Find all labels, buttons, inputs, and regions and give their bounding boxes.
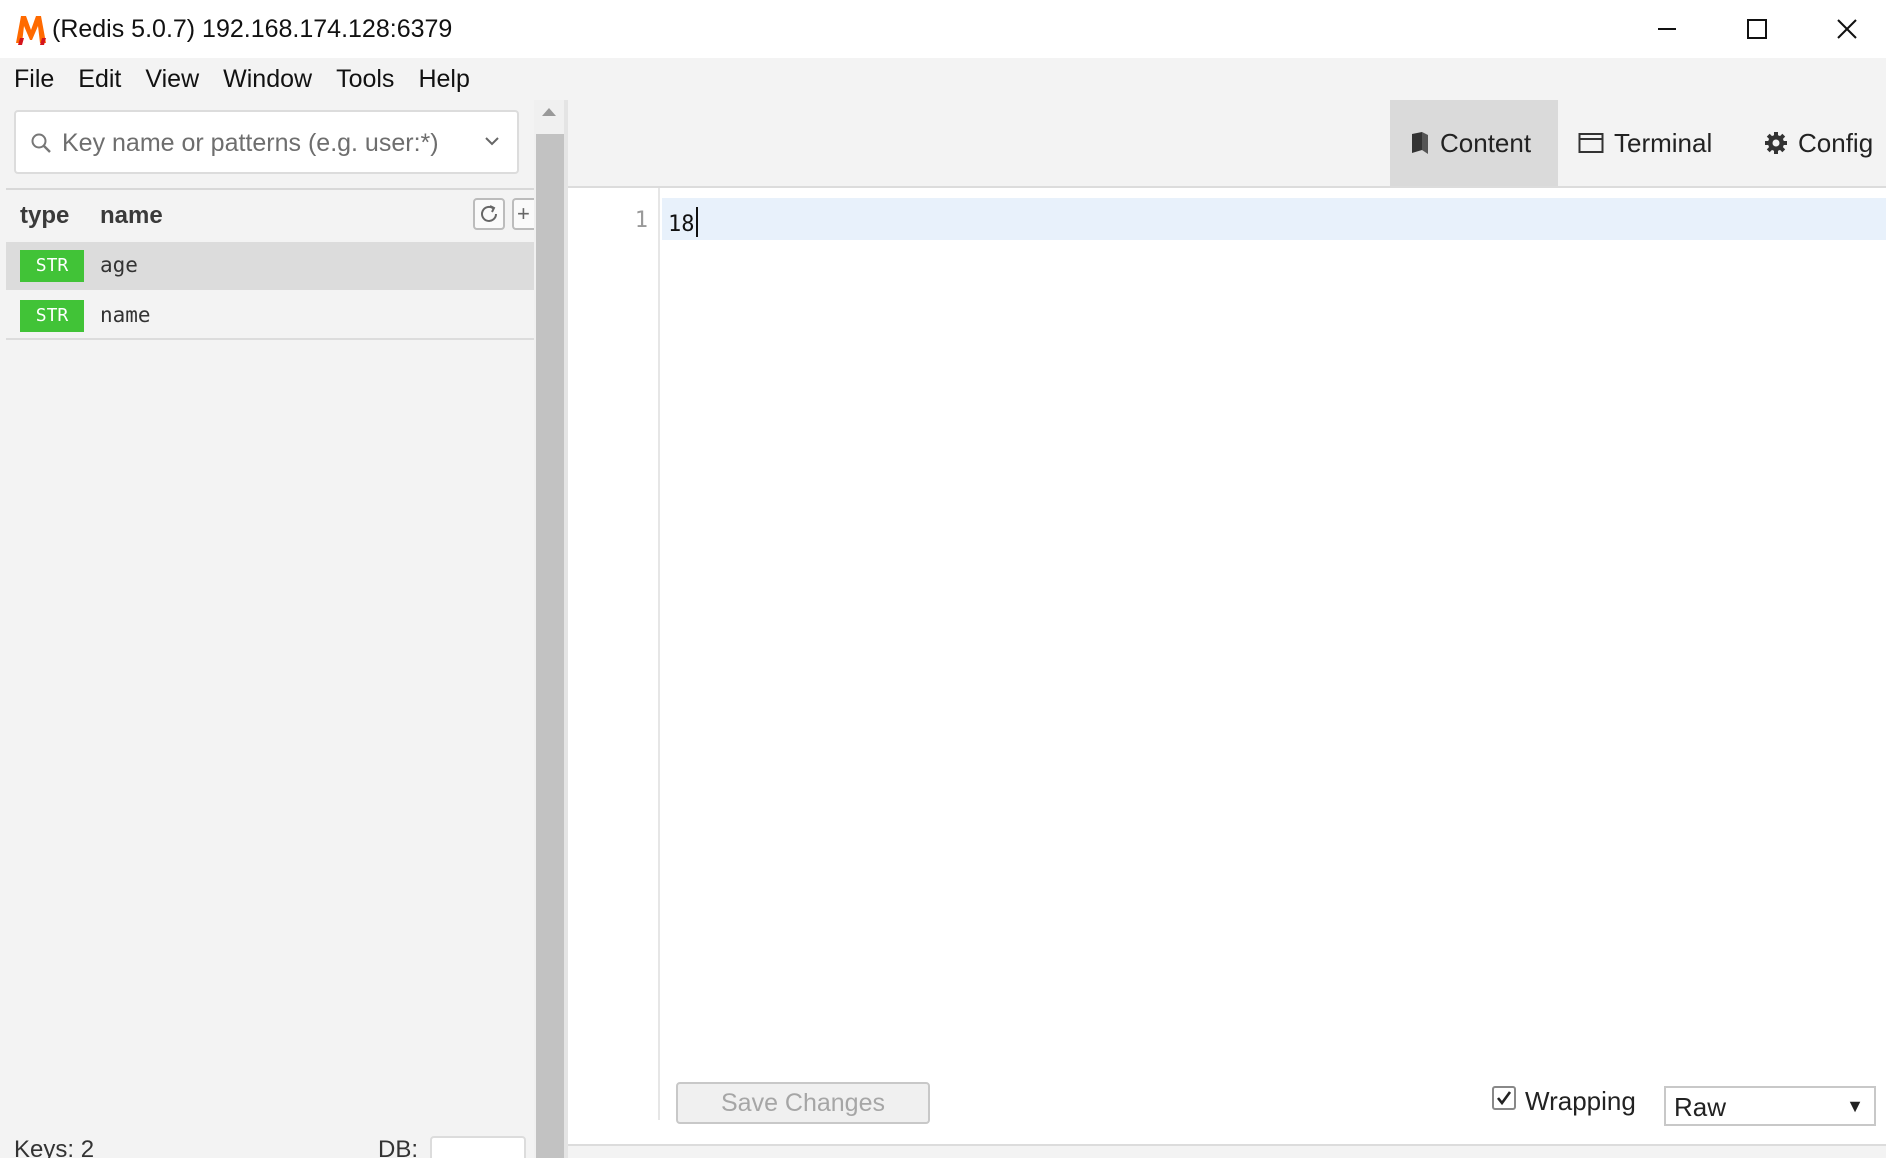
line-number: 1 [634,208,648,233]
maximize-button[interactable] [1712,0,1802,58]
key-name: age [100,253,138,277]
key-list-header: type name + [6,192,534,242]
editor-line-text: 18 [668,212,695,237]
wrapping-label: Wrapping [1525,1086,1636,1116]
close-button[interactable] [1802,0,1886,58]
window-title: (Redis 5.0.7) 192.168.174.128:6379 [52,15,453,43]
key-row[interactable]: STR age [6,242,534,290]
terminal-window-icon [1578,133,1604,153]
value-viewer-panel: Content Terminal Config 1 18 Save Change… [568,100,1886,1158]
type-badge: STR [20,250,84,282]
menu-edit[interactable]: Edit [78,58,121,100]
value-editor[interactable]: 1 18 [568,188,1886,1120]
maximize-icon [1747,19,1767,39]
close-icon [1837,19,1857,39]
scroll-up-arrow-icon [542,108,556,116]
tab-config[interactable]: Config [1764,100,1886,186]
tab-content[interactable]: Content [1390,100,1558,186]
key-list-scrollbar[interactable] [534,100,564,1158]
minimize-icon [1658,28,1676,30]
scrollbar-thumb[interactable] [536,134,564,1158]
key-browser-panel: Key name or patterns (e.g. user:*) type … [0,100,534,1158]
tab-content-label: Content [1440,127,1532,158]
menu-file[interactable]: File [14,58,54,100]
key-search-input[interactable]: Key name or patterns (e.g. user:*) [14,110,519,174]
app-logo-icon [16,16,46,45]
refresh-icon [481,205,497,222]
column-type: type [20,202,70,229]
type-badge: STR [20,300,84,332]
menu-tools[interactable]: Tools [336,58,394,100]
search-icon [31,133,51,153]
scroll-up-button[interactable] [534,106,564,126]
status-bar [568,1144,1886,1158]
key-name: name [100,303,151,327]
db-label: DB: [378,1136,419,1158]
format-value: Raw [1674,1092,1727,1122]
viewer-tab-bar: Content Terminal Config [568,100,1886,188]
db-selector[interactable] [430,1136,526,1158]
active-line-highlight [662,198,1886,240]
app-window: (Redis 5.0.7) 192.168.174.128:6379 File … [0,0,1886,1158]
line-gutter: 1 [568,188,660,1120]
menu-view[interactable]: View [145,58,199,100]
checkmark-icon [1496,1091,1512,1106]
search-placeholder: Key name or patterns (e.g. user:*) [62,129,439,157]
book-icon [1412,132,1428,154]
editor-line[interactable]: 18 [668,207,698,237]
tab-config-label: Config [1798,127,1874,158]
tab-terminal[interactable]: Terminal [1578,100,1738,186]
menu-help[interactable]: Help [418,58,469,100]
add-key-button[interactable]: + [512,198,534,230]
keys-count-label: Keys: 2 [14,1136,95,1158]
save-changes-button[interactable]: Save Changes [676,1082,930,1124]
menu-window[interactable]: Window [223,58,312,100]
tab-terminal-label: Terminal [1614,127,1713,158]
wrapping-checkbox[interactable] [1492,1086,1516,1110]
title-bar: (Redis 5.0.7) 192.168.174.128:6379 [0,0,1886,58]
dropdown-arrow-icon: ▼ [1846,1096,1864,1116]
key-row[interactable]: STR name [6,292,534,340]
minimize-button[interactable] [1622,0,1712,58]
gear-icon [1765,132,1787,154]
list-divider [6,188,534,190]
chevron-down-icon[interactable] [483,134,501,148]
menu-bar: File Edit View Window Tools Help [0,58,1886,100]
text-caret [695,207,698,237]
column-name: name [100,202,163,229]
format-select[interactable]: Raw ▼ [1664,1086,1876,1126]
refresh-keys-button[interactable] [473,198,505,230]
